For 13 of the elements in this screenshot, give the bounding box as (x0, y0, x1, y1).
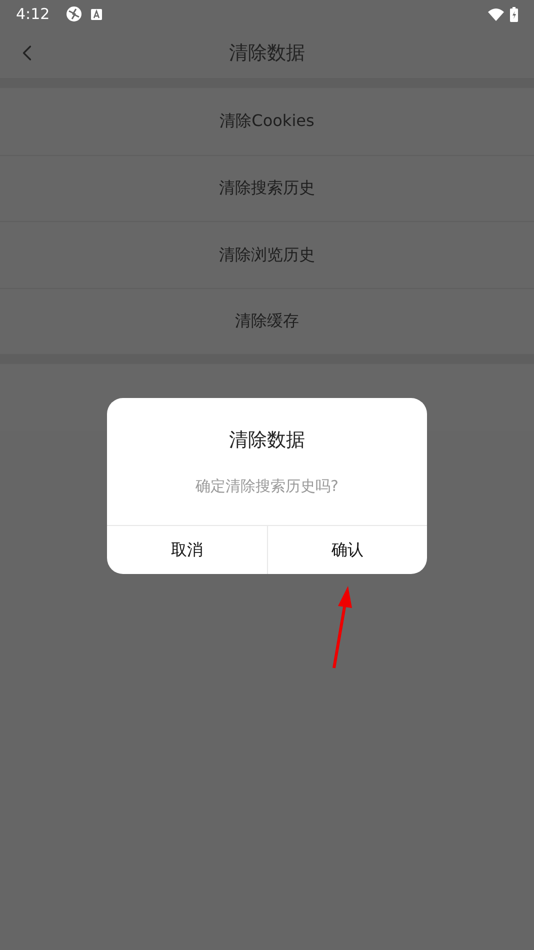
status-time: 4:12 (16, 4, 50, 25)
dialog-message: 确定清除搜索历史吗? (194, 476, 340, 496)
menu-item[interactable]: 清除搜索历史 (0, 154, 534, 221)
battery-charging-icon (510, 6, 518, 22)
dialog-button[interactable]: 取消 (107, 526, 266, 574)
dialog-title: 清除数据 (228, 428, 306, 453)
menu-item[interactable]: 清除缓存 (0, 288, 534, 354)
dialog-button[interactable]: 确认 (266, 526, 427, 574)
menu-item[interactable]: 清除Cookies (0, 88, 534, 154)
wifi-icon (488, 8, 504, 20)
menu-item[interactable]: 清除浏览历史 (0, 221, 534, 288)
font-icon (90, 8, 102, 20)
page-title: 清除数据 (229, 40, 305, 66)
